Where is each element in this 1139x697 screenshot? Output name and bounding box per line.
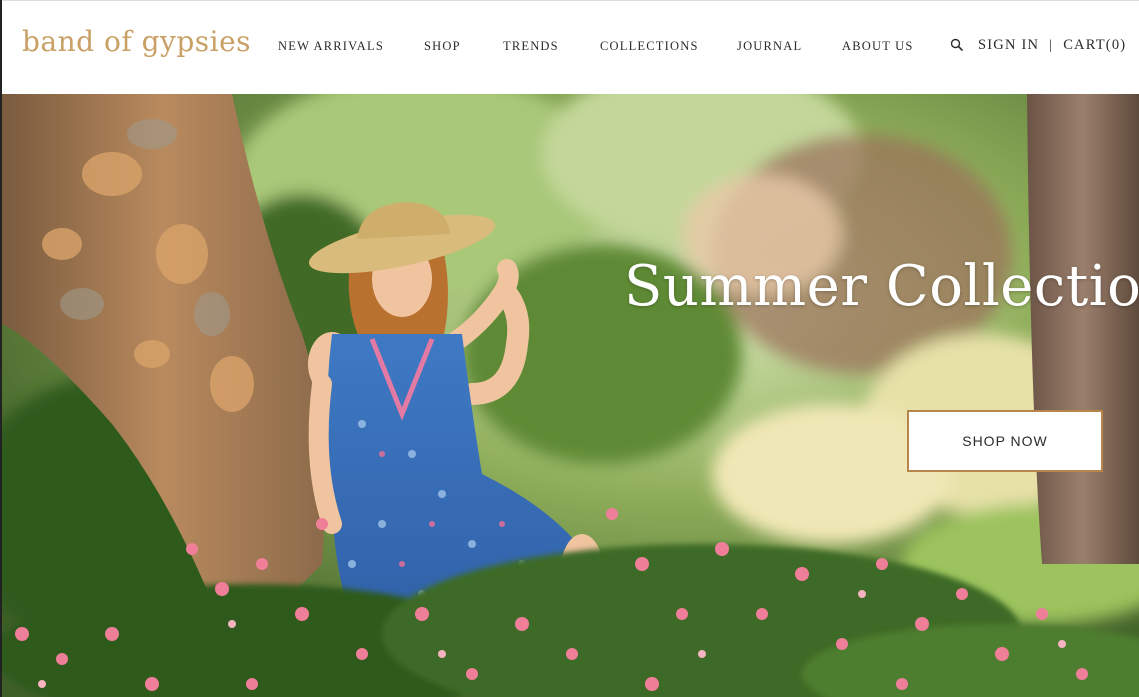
nav-shop[interactable]: SHOP — [424, 39, 503, 54]
nav-collections[interactable]: COLLECTIONS — [600, 39, 737, 54]
nav-about-us[interactable]: ABOUT US — [842, 39, 952, 54]
main-nav: NEW ARRIVALS SHOP TRENDS COLLECTIONS JOU… — [278, 38, 952, 54]
hero-banner: Summer Collection SHOP NOW — [2, 94, 1139, 697]
search-icon[interactable] — [949, 37, 965, 53]
cart-link[interactable]: CART(0) — [1063, 37, 1126, 54]
hero-image — [2, 94, 1139, 697]
site-header: band of gypsies NEW ARRIVALS SHOP TRENDS… — [2, 0, 1139, 94]
nav-separator: | — [1049, 37, 1054, 53]
nav-trends[interactable]: TRENDS — [503, 39, 600, 54]
shop-now-button[interactable]: SHOP NOW — [907, 410, 1103, 472]
nav-journal[interactable]: JOURNAL — [737, 39, 842, 54]
sign-in-link[interactable]: SIGN IN — [978, 37, 1039, 54]
page: band of gypsies NEW ARRIVALS SHOP TRENDS… — [0, 0, 1139, 697]
account-links: SIGN IN | CART(0) — [978, 37, 1126, 54]
brand-logo[interactable]: band of gypsies — [22, 25, 251, 58]
nav-new-arrivals[interactable]: NEW ARRIVALS — [278, 39, 424, 54]
hero-title: Summer Collection — [624, 254, 1139, 319]
